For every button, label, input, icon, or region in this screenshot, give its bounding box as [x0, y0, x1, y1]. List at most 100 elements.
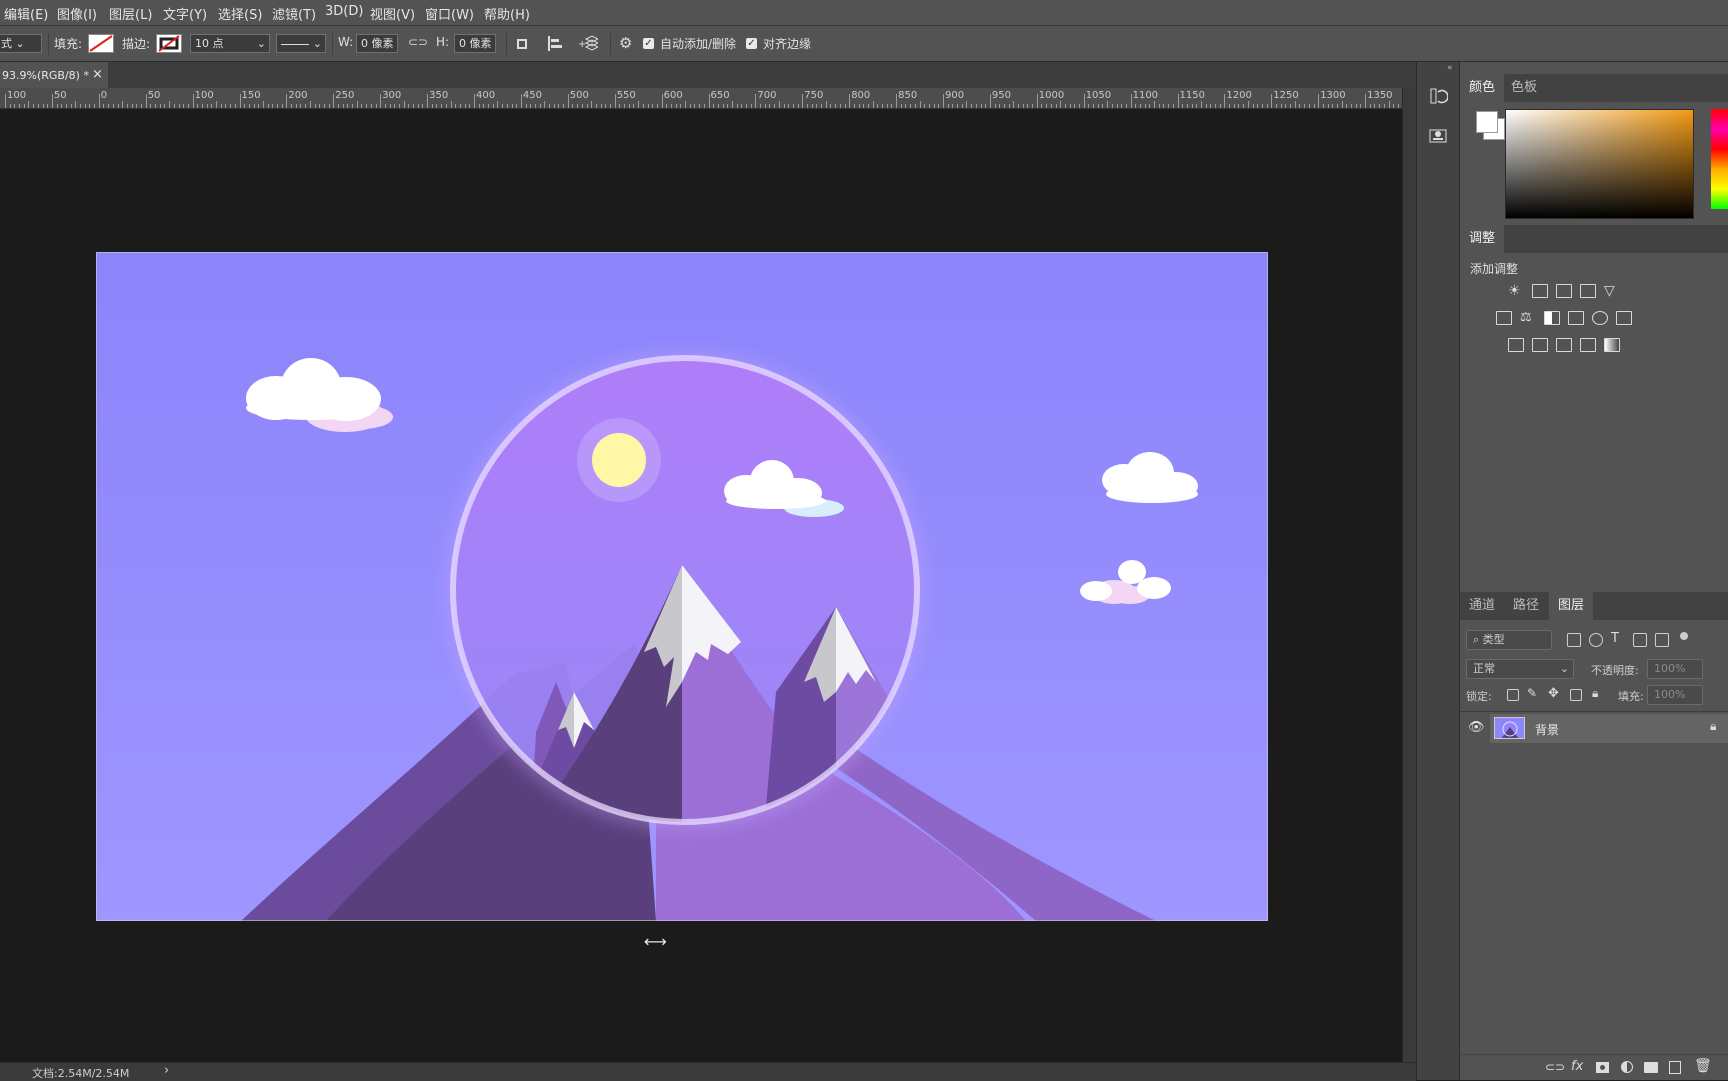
ruler-major-tick: [989, 94, 991, 108]
tool-mode-select[interactable]: 式 ⌄: [0, 34, 42, 53]
mask-icon[interactable]: [1596, 1062, 1609, 1073]
stroke-swatch[interactable]: [156, 34, 182, 53]
lock-transparency-icon[interactable]: [1507, 689, 1519, 701]
tab-adjustments[interactable]: 调整: [1460, 225, 1505, 253]
gradient-map-icon[interactable]: [1604, 338, 1620, 352]
selective-color-icon[interactable]: [1580, 338, 1596, 352]
close-icon[interactable]: ×: [92, 67, 103, 82]
layer-row[interactable]: 背景 🔒︎: [1490, 714, 1728, 743]
threshold-icon[interactable]: [1556, 338, 1572, 352]
type-filter-icon[interactable]: T: [1611, 631, 1619, 646]
horizontal-ruler[interactable]: 100 50 0 50 100 150 200 250 300 350 400 450 500 550 60…: [0, 88, 1402, 109]
ruler-minor-tick: [478, 104, 480, 108]
color-balance-icon[interactable]: ⚖: [1520, 311, 1536, 325]
menu-layer[interactable]: 图层(L): [109, 4, 152, 23]
pixel-filter-icon[interactable]: [1567, 633, 1581, 647]
color-lookup-icon[interactable]: [1616, 311, 1632, 325]
lock-all-icon[interactable]: 🔒︎: [1592, 686, 1598, 701]
ruler-label: 750: [804, 90, 824, 101]
opacity-field[interactable]: 100%: [1647, 659, 1703, 679]
black-white-icon[interactable]: [1544, 311, 1560, 325]
ruler-minor-tick: [436, 104, 438, 108]
path-arrangement-icon[interactable]: +: [578, 35, 600, 52]
brightness-icon[interactable]: ☀: [1508, 284, 1524, 298]
curves-icon[interactable]: [1556, 284, 1572, 298]
ruler-minor-tick: [534, 104, 536, 108]
ruler-major-tick: [1271, 94, 1273, 108]
canvas-area[interactable]: ⟷: [0, 109, 1402, 1062]
artwork-canvas[interactable]: [96, 252, 1268, 921]
menu-type[interactable]: 文字(Y): [163, 4, 207, 23]
menu-edit[interactable]: 编辑(E): [4, 4, 48, 23]
channel-mixer-icon[interactable]: [1592, 311, 1608, 325]
path-operations-icon[interactable]: [517, 39, 527, 49]
blend-mode-select[interactable]: 正常 ⌄: [1466, 659, 1574, 679]
align-edges-checkbox[interactable]: ✓: [746, 38, 757, 49]
shape-filter-icon[interactable]: [1633, 633, 1647, 647]
tab-swatches[interactable]: 色板: [1502, 74, 1546, 102]
history-icon[interactable]: [1428, 86, 1449, 106]
invert-icon[interactable]: [1508, 338, 1524, 352]
ruler-minor-tick: [201, 104, 203, 108]
posterize-icon[interactable]: [1532, 338, 1548, 352]
adjustment-filter-icon[interactable]: [1589, 633, 1603, 647]
link-icon[interactable]: ⊂⊃: [1545, 1060, 1565, 1074]
layer-filter-select[interactable]: ⌕ 类型: [1466, 630, 1552, 650]
ruler-minor-tick: [126, 104, 128, 108]
collapse-icon[interactable]: «: [1447, 63, 1453, 73]
fill-swatch[interactable]: [88, 34, 114, 53]
new-layer-icon[interactable]: [1669, 1061, 1681, 1074]
menu-help[interactable]: 帮助(H): [484, 4, 530, 23]
tab-color[interactable]: 颜色: [1460, 74, 1505, 102]
visibility-eye-icon[interactable]: 👁︎: [1468, 720, 1485, 735]
hue-slider[interactable]: [1711, 109, 1728, 209]
layer-name[interactable]: 背景: [1535, 721, 1559, 738]
menu-3d[interactable]: 3D(D): [325, 4, 363, 19]
lock-artboard-icon[interactable]: [1570, 689, 1582, 701]
height-field[interactable]: 0 像素: [454, 34, 496, 53]
menu-view[interactable]: 视图(V): [370, 4, 415, 23]
hue-saturation-icon[interactable]: [1496, 311, 1512, 325]
folder-icon[interactable]: [1644, 1062, 1658, 1073]
exposure-icon[interactable]: [1580, 284, 1596, 298]
ruler-minor-tick: [530, 104, 532, 108]
lock-position-icon[interactable]: ✥: [1548, 686, 1559, 701]
ruler-label: 550: [616, 90, 636, 101]
tab-layers[interactable]: 图层: [1549, 592, 1594, 620]
photo-filter-icon[interactable]: [1568, 311, 1584, 325]
stroke-type-select[interactable]: ⌄: [276, 34, 326, 53]
fill-field[interactable]: 100%: [1647, 685, 1703, 705]
properties-icon[interactable]: [1428, 126, 1448, 146]
link-icon[interactable]: ⊂⊃: [408, 35, 428, 49]
auto-add-delete-checkbox[interactable]: ✓: [643, 38, 654, 49]
lock-pixels-icon[interactable]: ✎: [1527, 686, 1537, 700]
filter-toggle-icon[interactable]: [1680, 632, 1688, 640]
smart-object-filter-icon[interactable]: [1655, 633, 1669, 647]
color-picker-field[interactable]: [1505, 109, 1694, 219]
vibrance-icon[interactable]: ▽: [1604, 284, 1620, 298]
stroke-width-field[interactable]: 10 点 ⌄: [190, 34, 270, 53]
path-alignment-icon[interactable]: [548, 36, 562, 51]
status-menu-arrow[interactable]: ›: [164, 1063, 169, 1078]
menu-filter[interactable]: 滤镜(T): [272, 4, 316, 23]
ruler-minor-tick: [563, 104, 565, 108]
vertical-scrollbar[interactable]: [1402, 88, 1417, 1062]
layer-lock-icon: 🔒︎: [1710, 719, 1717, 733]
ruler-minor-tick: [628, 104, 630, 108]
fx-icon[interactable]: fx: [1571, 1059, 1583, 1074]
menu-image[interactable]: 图像(I): [57, 4, 97, 23]
levels-icon[interactable]: [1532, 284, 1548, 298]
document-tab[interactable]: 93.9%(RGB/8) * ×: [0, 62, 108, 88]
adjustment-icon[interactable]: [1621, 1061, 1633, 1073]
width-field[interactable]: 0 像素: [356, 34, 398, 53]
ruler-minor-tick: [483, 104, 485, 108]
tab-channels[interactable]: 通道: [1460, 592, 1504, 620]
ruler-minor-tick: [1013, 101, 1015, 108]
menu-window[interactable]: 窗口(W): [425, 4, 474, 23]
trash-icon[interactable]: 🗑︎: [1694, 1058, 1712, 1074]
tab-paths[interactable]: 路径: [1504, 592, 1548, 620]
ruler-minor-tick: [619, 104, 621, 108]
menu-select[interactable]: 选择(S): [218, 4, 262, 23]
gear-icon[interactable]: ⚙: [619, 34, 632, 52]
foreground-color-swatch[interactable]: [1476, 111, 1498, 133]
